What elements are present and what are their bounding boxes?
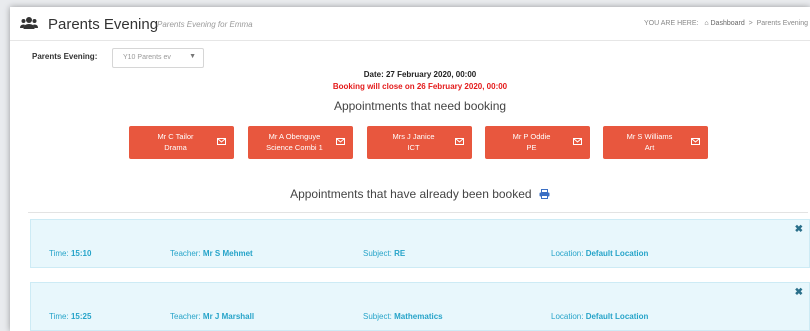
teacher-subject: ICT <box>407 143 420 152</box>
close-icon[interactable]: ✖ <box>795 224 803 235</box>
teacher-name: Mr A Obenguye <box>268 132 321 141</box>
breadcrumb-current: Parents Evening <box>756 20 808 27</box>
parents-evening-select-value: Y10 Parents ev <box>123 54 171 61</box>
chevron-down-icon: ▼ <box>189 53 196 60</box>
book-teacher-button[interactable]: Mr C Tailor Drama <box>129 126 234 159</box>
envelope-icon <box>336 138 345 145</box>
appointment-teacher: Teacher: Mr J Marshall <box>170 312 255 321</box>
envelope-icon <box>691 138 700 145</box>
teacher-name: Mr C Tailor <box>157 132 194 141</box>
breadcrumb-prefix: YOU ARE HERE: <box>644 20 699 27</box>
teacher-subject: Art <box>644 143 655 152</box>
teacher-subject: Science Combi 1 <box>266 143 323 152</box>
parents-evening-label: Parents Evening: <box>32 52 98 61</box>
teacher-name: Mr P Oddie <box>512 132 551 141</box>
envelope-icon <box>455 138 464 145</box>
print-icon[interactable] <box>539 189 550 199</box>
book-teacher-button[interactable]: Mrs J Janice ICT <box>367 126 472 159</box>
event-date: Date: 27 February 2020, 00:00 <box>363 70 477 79</box>
envelope-icon <box>573 138 582 145</box>
appointment-location: Location: Default Location <box>551 312 649 321</box>
breadcrumb-dashboard-link[interactable]: Dashboard <box>711 20 745 27</box>
teacher-name: Mr S Williams <box>626 132 673 141</box>
appointment-time: Time: 15:25 <box>49 312 92 321</box>
appointment-subject: Subject: Mathematics <box>363 312 443 321</box>
booking-close-notice: Booking will close on 26 February 2020, … <box>332 82 508 91</box>
teacher-subject: PE <box>526 143 537 152</box>
breadcrumb: YOU ARE HERE: ⌂ Dashboard > Parents Even… <box>644 20 808 27</box>
breadcrumb-home-icon: ⌂ <box>704 20 709 27</box>
need-booking-heading: Appointments that need booking <box>333 99 507 113</box>
book-teacher-button[interactable]: Mr P Oddie PE <box>485 126 590 159</box>
teacher-subject: Drama <box>164 143 187 152</box>
page-title: Parents Evening <box>48 16 159 33</box>
breadcrumb-separator: > <box>748 20 753 27</box>
section-divider <box>28 212 808 213</box>
appointment-teacher: Teacher: Mr S Mehmet <box>170 249 253 258</box>
book-teacher-button[interactable]: Mr S Williams Art <box>603 126 708 159</box>
booked-appointment: ✖ Time: 15:10 Teacher: Mr S Mehmet Subje… <box>30 219 810 268</box>
appointment-time: Time: 15:10 <box>49 249 92 258</box>
envelope-icon <box>217 138 226 145</box>
appointment-subject: Subject: RE <box>363 249 406 258</box>
book-teacher-button[interactable]: Mr A Obenguye Science Combi 1 <box>248 126 353 159</box>
booked-heading: Appointments that have already been book… <box>10 187 810 201</box>
parents-evening-panel: Parents Evening Parents Evening for Emma… <box>10 7 810 331</box>
close-icon[interactable]: ✖ <box>795 287 803 298</box>
users-icon <box>20 17 38 29</box>
teacher-name: Mrs J Janice <box>392 132 435 141</box>
appointment-location: Location: Default Location <box>551 249 649 258</box>
booked-heading-text: Appointments that have already been book… <box>290 187 532 201</box>
booked-appointment: ✖ Time: 15:25 Teacher: Mr J Marshall Sub… <box>30 282 810 331</box>
parents-evening-select[interactable]: Y10 Parents ev ▼ <box>112 48 204 68</box>
page-subtitle: Parents Evening for Emma <box>157 20 253 29</box>
panel-header: Parents Evening Parents Evening for Emma… <box>10 7 810 41</box>
